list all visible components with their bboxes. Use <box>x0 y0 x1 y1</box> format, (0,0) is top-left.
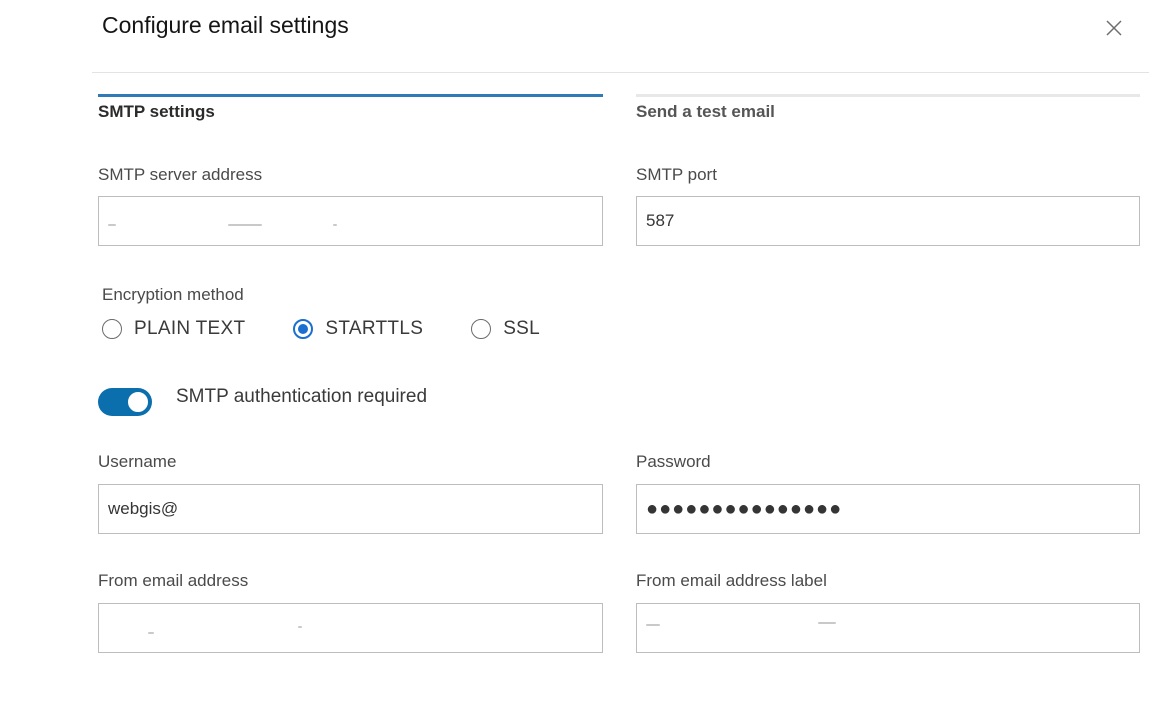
redacted-text <box>108 224 116 226</box>
redacted-text <box>646 624 660 626</box>
password-input[interactable] <box>636 484 1140 534</box>
radio-starttls[interactable]: STARTTLS <box>293 318 423 340</box>
radio-button[interactable] <box>471 319 492 339</box>
from-email-label: From email address <box>98 571 249 590</box>
username-input[interactable] <box>98 484 603 534</box>
header-divider <box>92 72 1149 73</box>
redacted-text <box>818 622 836 624</box>
radio-button-selected[interactable] <box>293 319 314 339</box>
radio-label: STARTTLS <box>325 318 424 339</box>
redacted-text <box>148 632 154 634</box>
dialog-title: Configure email settings <box>102 12 349 38</box>
from-email-input[interactable] <box>98 603 603 653</box>
tab-active-indicator <box>98 94 603 97</box>
smtp-port-input[interactable] <box>636 196 1140 246</box>
radio-button[interactable] <box>102 319 122 339</box>
encryption-method-label: Encryption method <box>102 285 244 304</box>
smtp-port-label: SMTP port <box>636 165 717 184</box>
redacted-text <box>228 224 262 226</box>
username-label: Username <box>98 452 177 471</box>
tab-label: SMTP settings <box>98 102 215 121</box>
toggle-knob <box>127 391 149 413</box>
radio-ssl[interactable]: SSL <box>471 318 540 340</box>
password-label: Password <box>636 452 711 471</box>
tab-label: Send a test email <box>636 102 775 121</box>
close-button[interactable] <box>1100 14 1128 42</box>
tab-smtp-settings[interactable]: SMTP settings <box>98 94 603 124</box>
smtp-auth-toggle[interactable] <box>98 388 152 416</box>
radio-label: SSL <box>503 318 541 339</box>
close-icon <box>1106 20 1122 36</box>
smtp-auth-label: SMTP authentication required <box>176 386 428 407</box>
encryption-radio-group: PLAIN TEXT STARTTLS SSL <box>102 315 588 343</box>
redacted-text <box>333 224 337 226</box>
tab-indicator <box>636 94 1140 97</box>
redacted-text <box>298 626 302 628</box>
smtp-server-label: SMTP server address <box>98 165 263 184</box>
radio-label: PLAIN TEXT <box>134 318 246 339</box>
smtp-server-input[interactable] <box>98 196 603 246</box>
from-label-input[interactable] <box>636 603 1140 653</box>
from-label-label: From email address label <box>636 571 827 590</box>
radio-plain-text[interactable]: PLAIN TEXT <box>102 318 245 340</box>
tab-send-test-email[interactable]: Send a test email <box>636 94 1140 124</box>
